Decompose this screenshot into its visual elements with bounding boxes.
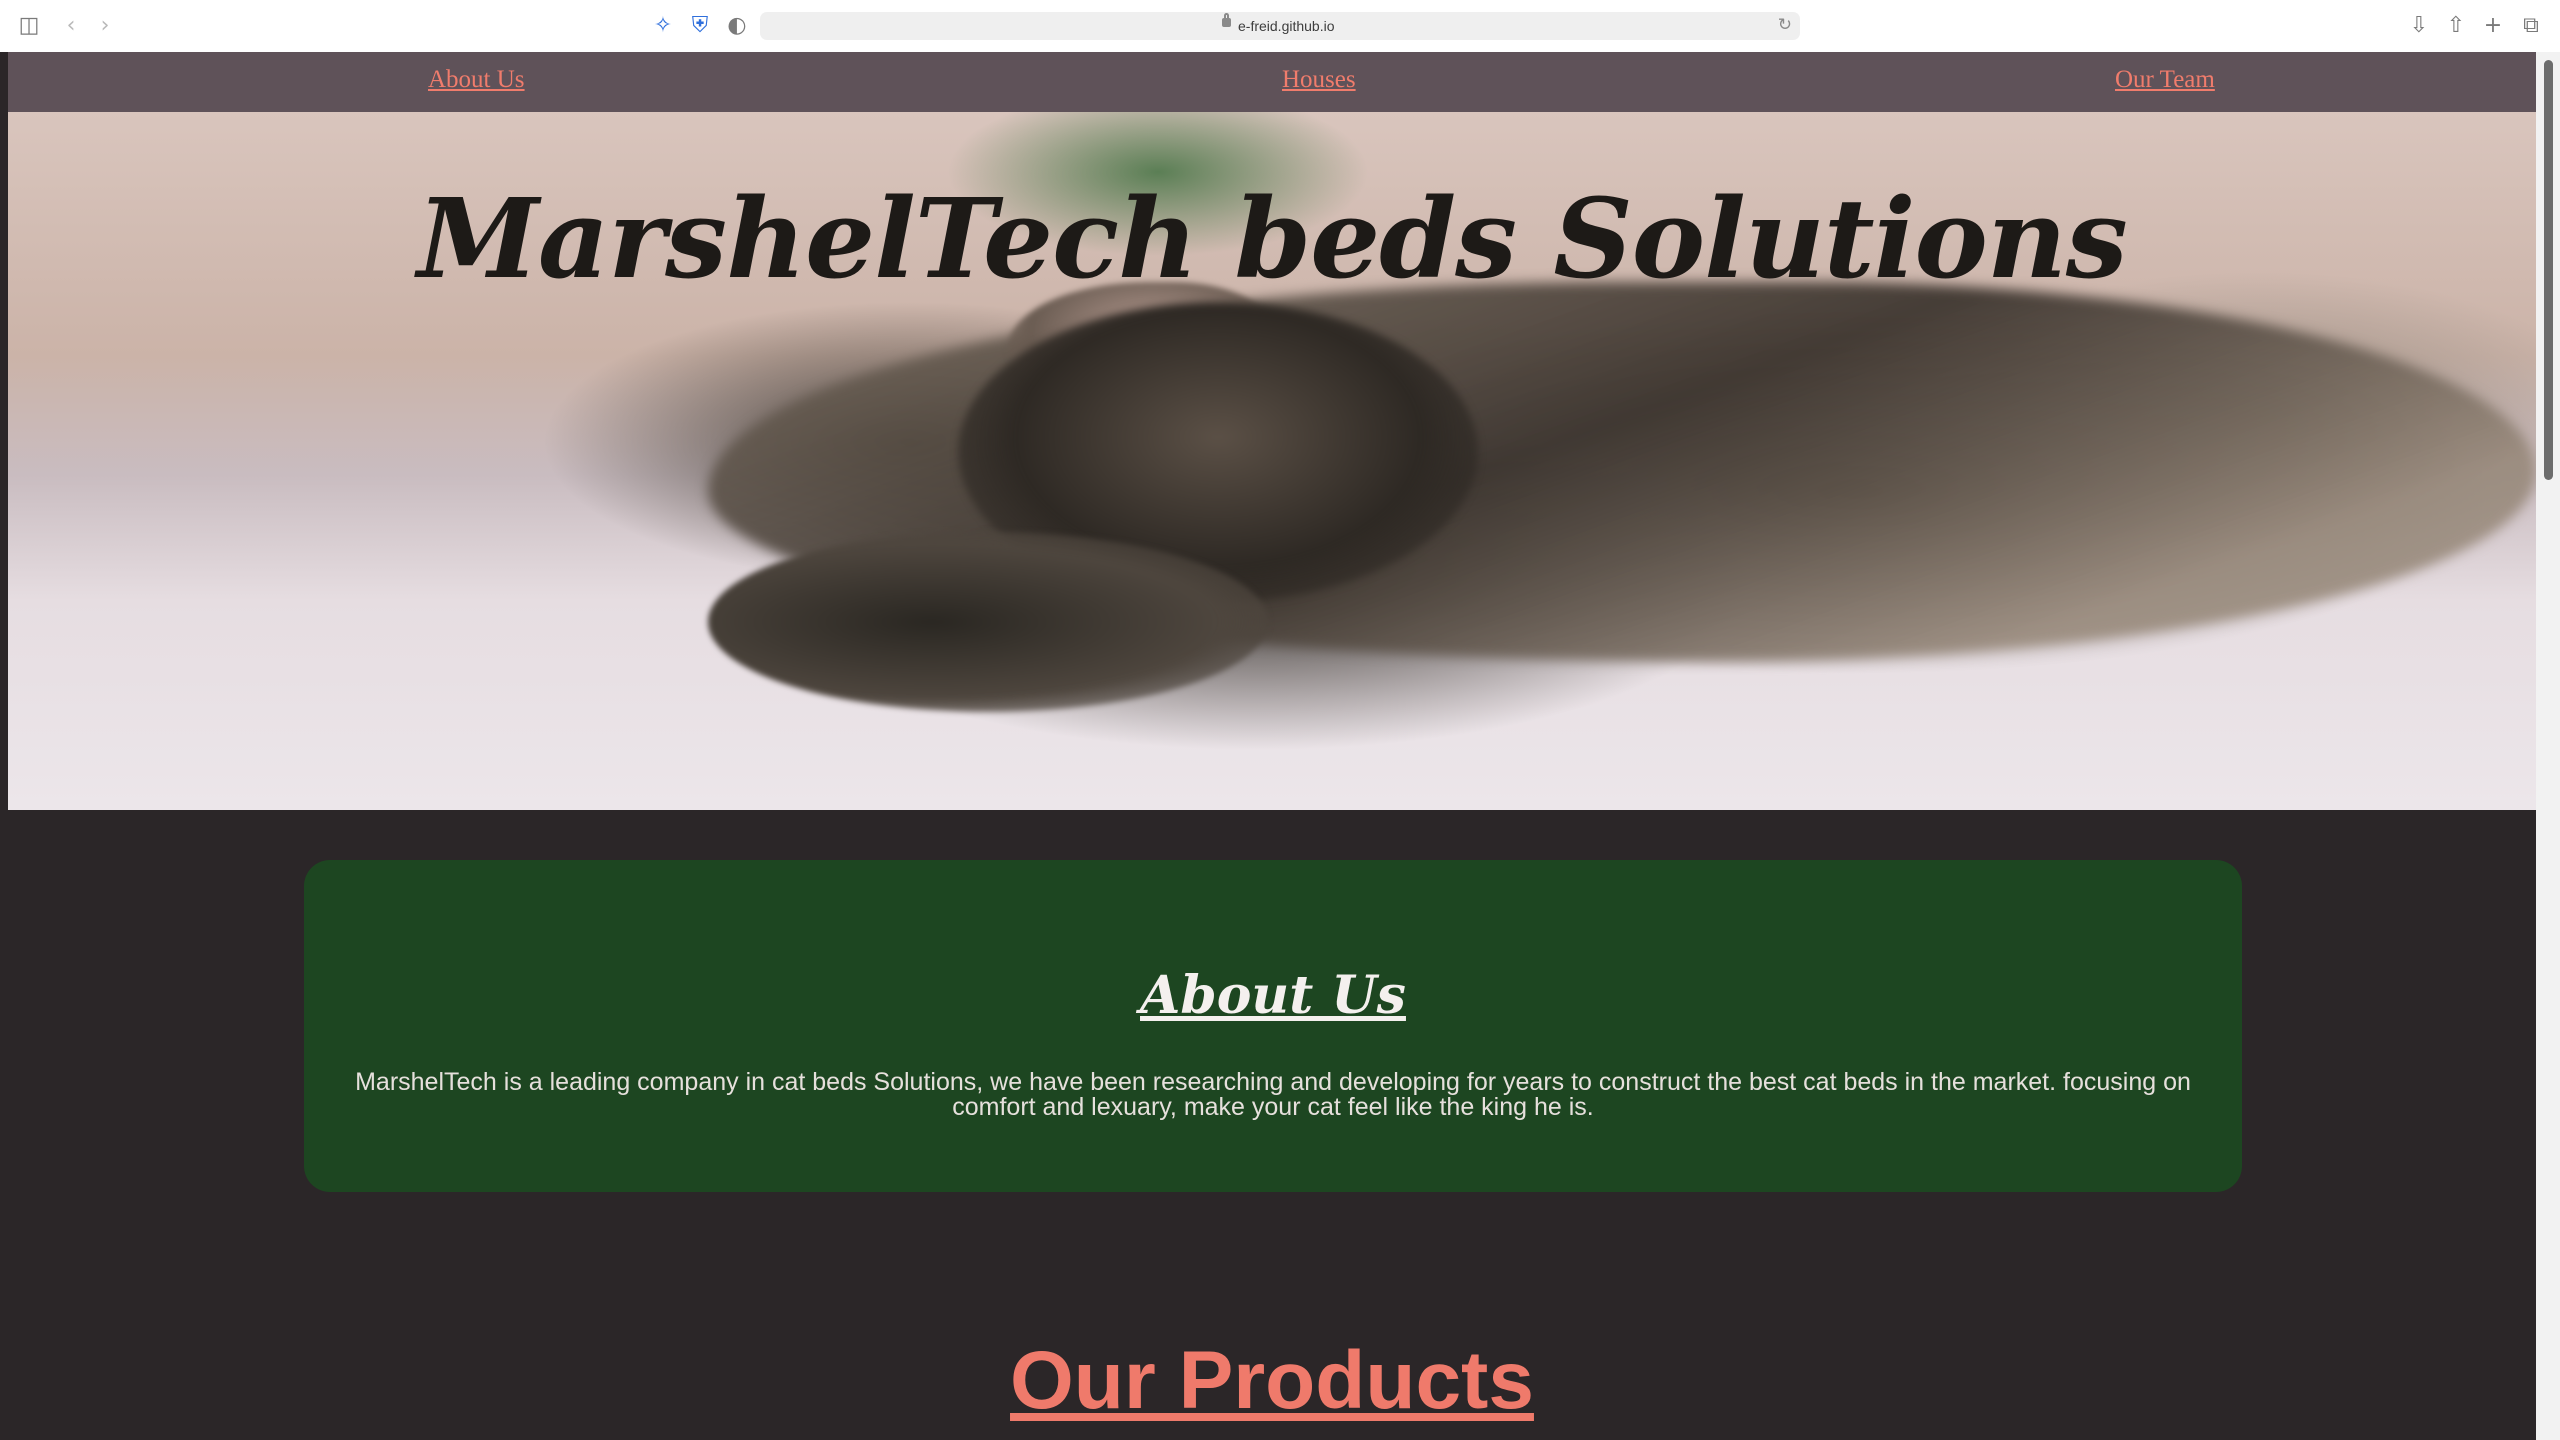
hero-banner: MarshelTech beds Solutions bbox=[8, 112, 2536, 810]
nav-link-about-us[interactable]: About Us bbox=[428, 66, 525, 94]
forward-icon[interactable]: › bbox=[92, 13, 118, 39]
page-edge bbox=[0, 52, 8, 1440]
hero-title: MarshelTech beds Solutions bbox=[417, 174, 2128, 303]
sidebar-toggle-icon[interactable]: ◫ bbox=[16, 13, 42, 39]
share-icon[interactable]: ⇧ bbox=[2443, 13, 2469, 39]
about-heading: About Us bbox=[1140, 965, 1406, 1026]
about-text: MarshelTech is a leading company in cat … bbox=[355, 1068, 2191, 1121]
download-icon[interactable]: ⇩ bbox=[2406, 13, 2432, 39]
lock-icon bbox=[1222, 13, 1231, 27]
privacy-icon[interactable]: ◐ bbox=[724, 13, 750, 39]
page-scrollbar[interactable] bbox=[2536, 52, 2560, 1440]
url-text: e-freid.github.io bbox=[1238, 18, 1335, 34]
new-tab-icon[interactable]: + bbox=[2480, 13, 2506, 39]
tabs-overview-icon[interactable]: ⧉ bbox=[2518, 13, 2544, 39]
scrollbar-thumb[interactable] bbox=[2544, 60, 2553, 480]
about-card: About Us MarshelTech is a leading compan… bbox=[304, 860, 2242, 1192]
nav-link-houses[interactable]: Houses bbox=[1282, 66, 1356, 94]
browser-toolbar: ◫ ‹ › ✧ ⛨ ◐ e-freid.github.io ↻ ⇩ ⇧ + ⧉ bbox=[0, 0, 2560, 53]
address-bar[interactable]: e-freid.github.io ↻ bbox=[760, 12, 1800, 40]
back-icon[interactable]: ‹ bbox=[58, 13, 84, 39]
web-page: About Us Houses Our Team MarshelTech bed… bbox=[8, 52, 2536, 1440]
hero-cat-paw bbox=[708, 532, 1268, 712]
shield-icon[interactable]: ⛨ bbox=[687, 13, 713, 39]
extension-icon[interactable]: ✧ bbox=[650, 13, 676, 39]
products-heading: Our Products bbox=[1010, 1335, 1534, 1426]
nav-link-our-team[interactable]: Our Team bbox=[2115, 66, 2215, 94]
reload-icon[interactable]: ↻ bbox=[1778, 15, 1792, 35]
top-nav: About Us Houses Our Team bbox=[8, 52, 2536, 112]
